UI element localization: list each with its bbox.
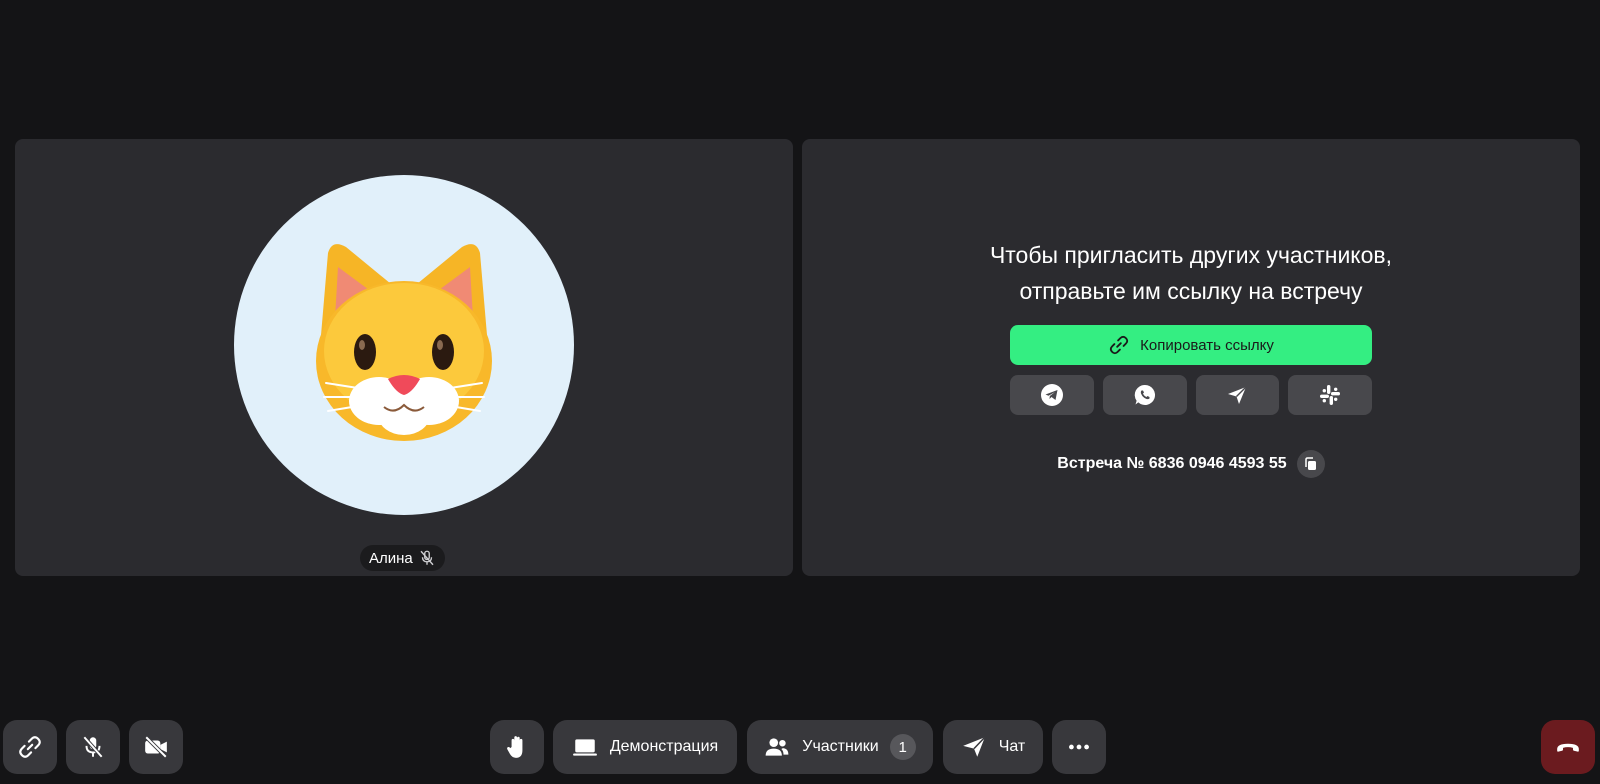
raise-hand-button[interactable] [490, 720, 544, 774]
camera-off-icon [144, 735, 168, 759]
share-send-button[interactable] [1195, 375, 1280, 415]
slack-icon [1320, 385, 1341, 405]
invite-link-button[interactable] [3, 720, 57, 774]
invite-panel: Чтобы пригласить других участников, отпр… [802, 139, 1580, 576]
share-buttons [1010, 375, 1372, 415]
meeting-number-text: Встреча № 6836 0946 4593 55 [1057, 455, 1287, 472]
more-options-button[interactable] [1052, 720, 1106, 774]
participant-name: Алина [369, 549, 413, 567]
copy-link-label: Копировать ссылку [1140, 336, 1274, 354]
copy-link-button[interactable]: Копировать ссылку [1010, 325, 1372, 365]
whatsapp-icon [1134, 384, 1155, 405]
share-whatsapp-button[interactable] [1102, 375, 1187, 415]
participants-icon [765, 738, 789, 756]
participant-tile[interactable]: Алина [15, 139, 793, 576]
copy-meeting-number-button[interactable] [1296, 450, 1325, 478]
link-icon [19, 736, 41, 758]
invite-message-line1: Чтобы пригласить других участников, [989, 242, 1393, 268]
invite-message: Чтобы пригласить других участников, отпр… [802, 237, 1580, 309]
more-dots-icon [1069, 744, 1089, 750]
telegram-icon [1040, 384, 1063, 406]
mic-off-icon [420, 550, 434, 566]
copy-icon [1304, 457, 1316, 470]
mic-off-icon [82, 735, 104, 759]
chat-button[interactable]: Чат [943, 720, 1043, 774]
meeting-number: Встреча № 6836 0946 4593 55 [802, 450, 1580, 478]
meeting-window: Алина Чтобы пригласить других участников… [0, 0, 1600, 784]
participants-label: Участники [802, 738, 879, 755]
microphone-toggle-button[interactable] [66, 720, 120, 774]
share-slack-button[interactable] [1288, 375, 1372, 415]
end-call-button[interactable] [1541, 720, 1595, 774]
chat-label: Чат [998, 738, 1026, 755]
screen-share-button[interactable]: Демонстрация [553, 720, 737, 774]
participant-name-badge: Алина [360, 545, 445, 571]
send-icon [1228, 386, 1247, 404]
camera-toggle-button[interactable] [129, 720, 183, 774]
participants-count-badge: 1 [889, 734, 916, 760]
screen-share-label: Демонстрация [609, 738, 719, 755]
cat-face-icon [316, 244, 492, 441]
hang-up-icon [1557, 743, 1579, 752]
send-icon [962, 736, 986, 757]
invite-message-line2: отправьте им ссылку на встречу [1019, 278, 1363, 304]
share-telegram-button[interactable] [1010, 375, 1094, 415]
screen-share-icon [572, 739, 597, 756]
participant-avatar [234, 175, 574, 515]
participants-button[interactable]: Участники 1 [747, 720, 933, 774]
raise-hand-icon [507, 736, 523, 758]
link-icon [1109, 335, 1129, 355]
